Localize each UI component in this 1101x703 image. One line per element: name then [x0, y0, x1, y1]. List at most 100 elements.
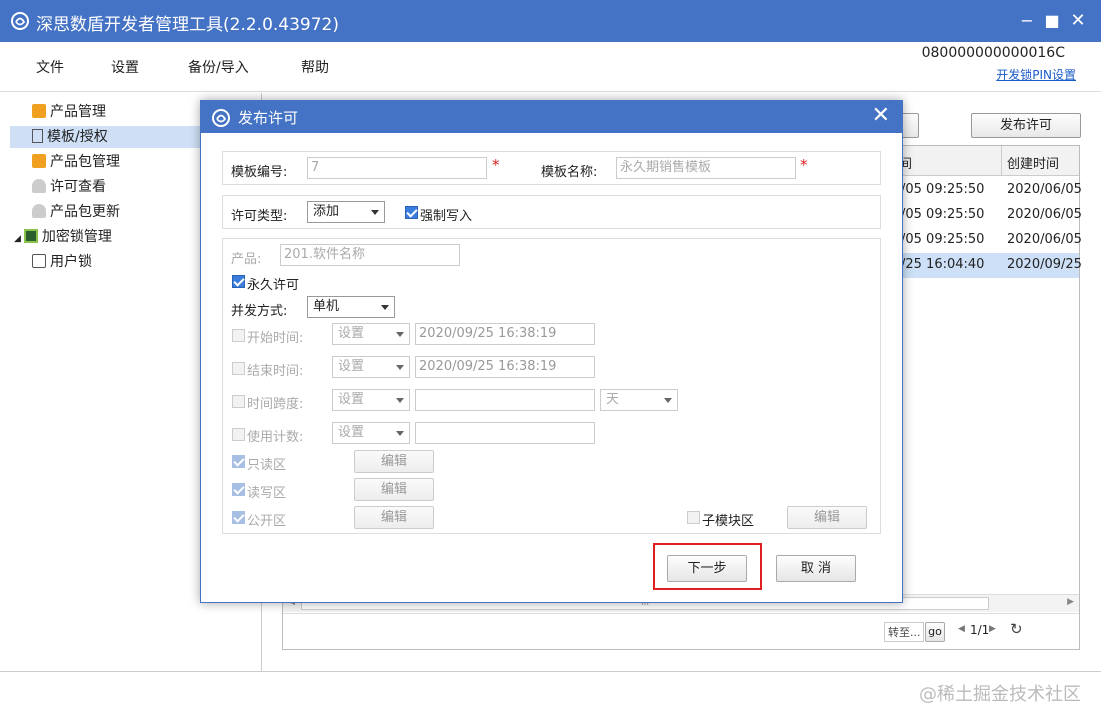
time-span-unit-select[interactable]: 天 [600, 389, 678, 411]
menu-help[interactable]: 帮助 [301, 57, 329, 77]
app-logo-icon [11, 12, 29, 30]
concurrency-label: 并发方式: [231, 304, 288, 319]
public-area-label: 公开区 [247, 514, 287, 529]
license-type-label: 许可类型: [231, 209, 288, 224]
pin-settings-link[interactable]: 开发锁PIN设置 [996, 66, 1076, 83]
end-time-checkbox[interactable] [232, 362, 245, 375]
usage-count-label: 使用计数: [247, 430, 304, 445]
required-mark: * [800, 156, 808, 174]
start-time-mode-select[interactable]: 设置 [332, 323, 410, 345]
watermark: @稀土掘金技术社区 [919, 684, 1081, 703]
force-write-checkbox[interactable] [405, 206, 418, 219]
close-window-button[interactable]: ✕ [1067, 10, 1089, 32]
maximize-button[interactable]: ■ [1041, 10, 1063, 32]
document-icon [32, 129, 43, 143]
box-icon [32, 154, 46, 168]
key-icon [32, 254, 46, 268]
pager: 转至... go ◀ 1/1 ▶ ↻ [283, 613, 1079, 649]
publish-license-button[interactable]: 发布许可 [971, 113, 1081, 138]
submodule-edit-button[interactable]: 编辑 [787, 506, 867, 529]
end-time-mode-select[interactable]: 设置 [332, 356, 410, 378]
sidebar-item-user-lock[interactable]: 用户锁 [32, 251, 92, 273]
time-span-checkbox[interactable] [232, 395, 245, 408]
chevron-down-icon [664, 398, 672, 403]
product-label: 产品: [231, 252, 262, 267]
start-time-label: 开始时间: [247, 331, 304, 346]
start-time-checkbox[interactable] [232, 329, 245, 342]
time-span-mode-select[interactable]: 设置 [332, 389, 410, 411]
menu-bar: 文件 设置 备份/导入 帮助 080000000000016C 开发锁PIN设置 [0, 42, 1101, 92]
permanent-license-label: 永久许可 [247, 278, 300, 293]
permanent-license-checkbox[interactable] [232, 275, 245, 288]
usage-count-field[interactable] [415, 422, 595, 444]
scroll-right-arrow[interactable]: ▶ [1067, 597, 1074, 607]
page-indicator: 1/1 [970, 623, 990, 637]
collapse-arrow-icon[interactable]: ◢ [14, 234, 21, 244]
readwrite-edit-button[interactable]: 编辑 [354, 478, 434, 501]
template-name-label: 模板名称: [541, 165, 598, 180]
template-no-field[interactable]: 7 [307, 157, 487, 179]
start-time-field[interactable]: 2020/09/25 16:38:19 [415, 323, 595, 345]
chip-icon [23, 229, 38, 243]
license-details-group: 产品: 201.软件名称 永久许可 并发方式: 单机 开始时间: 设置 2020… [222, 238, 881, 534]
sidebar-item-template-license[interactable]: 模板/授权 [10, 126, 200, 148]
public-edit-button[interactable]: 编辑 [354, 506, 434, 529]
chevron-down-icon [396, 365, 404, 370]
menu-backup-import[interactable]: 备份/导入 [188, 57, 249, 77]
public-area-checkbox[interactable] [232, 511, 245, 524]
menu-file[interactable]: 文件 [36, 57, 64, 77]
readonly-edit-button[interactable]: 编辑 [354, 450, 434, 473]
template-group: 模板编号: 7 * 模板名称: 永久期销售模板 * [222, 151, 881, 185]
force-write-label: 强制写入 [420, 209, 473, 224]
license-type-group: 许可类型: 添加 强制写入 [222, 195, 881, 229]
end-time-field[interactable]: 2020/09/25 16:38:19 [415, 356, 595, 378]
title-bar: 深思数盾开发者管理工具(2.2.0.43972) − ■ ✕ [0, 0, 1101, 42]
status-bar: @稀土掘金技术社区 [0, 671, 1101, 703]
usage-count-checkbox[interactable] [232, 428, 245, 441]
readwrite-area-checkbox[interactable] [232, 483, 245, 496]
chevron-down-icon [396, 431, 404, 436]
sidebar-item-package-update[interactable]: 产品包更新 [32, 201, 120, 223]
dialog-title: 发布许可 [238, 109, 299, 127]
next-step-button[interactable]: 下一步 [667, 555, 747, 582]
column-header-created-time[interactable]: 创建时间 [1007, 153, 1059, 172]
time-span-label: 时间跨度: [247, 397, 304, 412]
submodule-area-checkbox[interactable] [687, 511, 700, 524]
prev-page-icon[interactable]: ◀ [958, 624, 965, 634]
user-icon [32, 179, 46, 193]
sidebar-item-product-management[interactable]: 产品管理 [32, 101, 106, 123]
sidebar-item-package-management[interactable]: 产品包管理 [32, 151, 120, 173]
next-page-icon[interactable]: ▶ [989, 624, 996, 634]
readwrite-area-label: 读写区 [247, 486, 287, 501]
chevron-down-icon [396, 332, 404, 337]
box-icon [32, 104, 46, 118]
go-button[interactable]: go [925, 622, 945, 642]
concurrency-select[interactable]: 单机 [307, 296, 395, 318]
publish-license-dialog: 发布许可 ✕ 模板编号: 7 * 模板名称: 永久期销售模板 * 许可类型: 添… [200, 100, 903, 603]
sidebar-item-lock-management[interactable]: ◢ 加密锁管理 [14, 226, 112, 248]
readonly-area-checkbox[interactable] [232, 455, 245, 468]
time-span-field[interactable] [415, 389, 595, 411]
license-type-select[interactable]: 添加 [307, 201, 385, 223]
dialog-title-bar: 发布许可 ✕ [201, 101, 902, 133]
template-no-label: 模板编号: [231, 165, 288, 180]
refresh-icon[interactable]: ↻ [1010, 620, 1023, 638]
readonly-area-label: 只读区 [247, 458, 287, 473]
app-logo-icon [212, 109, 230, 127]
device-id: 080000000000016C [921, 45, 1065, 61]
template-name-field[interactable]: 永久期销售模板 [616, 157, 796, 179]
cancel-button[interactable]: 取 消 [776, 555, 856, 582]
required-mark: * [492, 156, 500, 174]
menu-settings[interactable]: 设置 [111, 57, 139, 77]
dialog-close-button[interactable]: ✕ [872, 104, 890, 128]
product-field[interactable]: 201.软件名称 [280, 244, 460, 266]
goto-page-input[interactable]: 转至... [884, 622, 924, 642]
end-time-label: 结束时间: [247, 364, 304, 379]
chevron-down-icon [396, 398, 404, 403]
chevron-down-icon [371, 210, 379, 215]
window-title: 深思数盾开发者管理工具(2.2.0.43972) [36, 15, 340, 35]
minimize-button[interactable]: − [1016, 10, 1038, 32]
chevron-down-icon [381, 305, 389, 310]
sidebar-item-license-view[interactable]: 许可查看 [32, 176, 106, 198]
usage-count-mode-select[interactable]: 设置 [332, 422, 410, 444]
